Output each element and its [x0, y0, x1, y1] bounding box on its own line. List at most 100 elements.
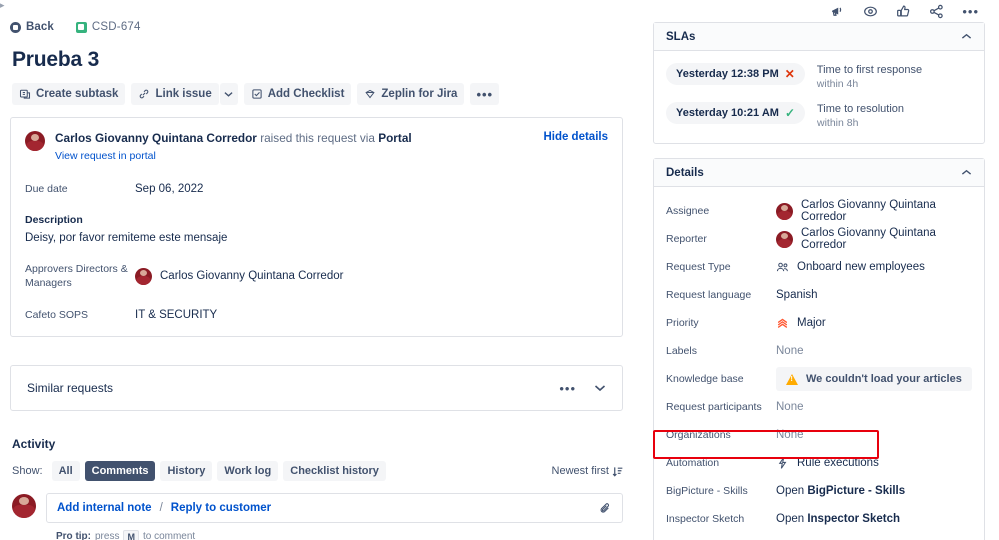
- similar-requests-actions: •••: [559, 381, 606, 396]
- request-participants-label: Request participants: [666, 401, 762, 413]
- more-dots-icon[interactable]: •••: [559, 381, 576, 396]
- cafeto-sops-value[interactable]: IT & SECURITY: [135, 308, 217, 322]
- link-issue-dropdown-button[interactable]: [219, 83, 238, 105]
- sla-row: Yesterday 12:38 PM ✕ Time to first respo…: [666, 63, 972, 92]
- due-date-value[interactable]: Sep 06, 2022: [135, 182, 203, 196]
- sort-descending-icon: [612, 466, 623, 477]
- detail-row-bigpicture-skills: BigPicture - Skills Open BigPicture - Sk…: [666, 477, 972, 505]
- bigpicture-skills-link: BigPicture - Skills: [807, 485, 906, 497]
- request-type-label: Request Type: [666, 261, 731, 273]
- detail-row-inspector-sketch: Inspector Sketch Open Inspector Sketch: [666, 505, 972, 533]
- avatar: [25, 131, 45, 151]
- watch-eye-icon[interactable]: [863, 4, 878, 19]
- details-panel-header[interactable]: Details: [654, 159, 984, 187]
- sla-time: Yesterday 10:21 AM: [676, 107, 779, 119]
- met-check-icon: ✓: [784, 106, 795, 120]
- sort-order-button[interactable]: Newest first: [552, 465, 623, 477]
- zeplin-label: Zeplin for Jira: [381, 88, 458, 100]
- sla-name: Time to resolution: [817, 103, 905, 115]
- priority-value[interactable]: Major: [776, 317, 826, 330]
- sla-time-badge: Yesterday 12:38 PM ✕: [666, 63, 805, 85]
- back-button[interactable]: Back: [10, 21, 54, 33]
- field-description: Description Deisy, por favor remiteme es…: [25, 214, 608, 244]
- request-type-value[interactable]: Onboard new employees: [776, 261, 925, 274]
- paperclip-icon[interactable]: [599, 502, 612, 515]
- link-issue-split: Link issue: [131, 83, 238, 105]
- channel-label: Portal: [378, 131, 412, 145]
- inspector-sketch-value[interactable]: Open Inspector Sketch: [776, 513, 900, 525]
- back-circle-icon: [10, 21, 21, 33]
- warning-icon: [786, 373, 798, 385]
- open-prefix: Open: [776, 485, 808, 497]
- more-actions-button[interactable]: •••: [470, 83, 500, 105]
- rule-executions-link: Rule executions: [797, 457, 879, 469]
- feedback-megaphone-icon[interactable]: [830, 4, 845, 19]
- similar-requests-card[interactable]: Similar requests •••: [10, 365, 623, 411]
- create-subtask-label: Create subtask: [36, 88, 119, 100]
- description-text[interactable]: Deisy, por favor remiteme este mensaje: [25, 232, 608, 244]
- task-type-icon: [75, 21, 87, 33]
- more-actions-icon[interactable]: •••: [962, 4, 979, 19]
- link-issue-label: Link issue: [155, 88, 212, 100]
- organizations-label: Organizations: [666, 429, 731, 441]
- reporter-line: Carlos Giovanny Quintana Corredor raised…: [25, 130, 608, 164]
- sla-time: Yesterday 12:38 PM: [676, 68, 779, 80]
- approvers-label: Approvers Directors & Managers: [25, 263, 128, 289]
- detail-row-assignee: Assignee Carlos Giovanny Quintana Corred…: [666, 197, 972, 225]
- slas-list: Yesterday 12:38 PM ✕ Time to first respo…: [654, 51, 984, 143]
- show-label: Show:: [12, 465, 43, 477]
- comment-input-box[interactable]: Add internal note / Reply to customer: [46, 493, 623, 523]
- add-checklist-button[interactable]: Add Checklist: [243, 83, 352, 105]
- reporter-name: Carlos Giovanny Quintana Corredor: [801, 227, 936, 251]
- chevron-up-icon[interactable]: [961, 33, 972, 40]
- labels-value[interactable]: None: [776, 345, 804, 357]
- reporter-label: Reporter: [666, 233, 707, 245]
- chevron-up-icon[interactable]: [961, 169, 972, 176]
- add-internal-note-button[interactable]: Add internal note: [57, 502, 152, 514]
- field-due-date: Due date Sep 06, 2022: [25, 182, 608, 196]
- tab-work-log[interactable]: Work log: [217, 461, 279, 481]
- link-icon: [140, 89, 149, 99]
- tab-checklist-history[interactable]: Checklist history: [283, 461, 386, 481]
- pro-tip-text: Pro tip: press M to comment: [56, 530, 623, 540]
- tab-comments[interactable]: Comments: [84, 461, 156, 481]
- top-action-icons: •••: [653, 0, 985, 22]
- approvers-value-wrap[interactable]: Carlos Giovanny Quintana Corredor: [135, 262, 343, 290]
- sort-order-label: Newest first: [551, 465, 609, 477]
- reply-to-customer-button[interactable]: Reply to customer: [171, 502, 271, 514]
- detail-row-request-participants: Request participants None: [666, 393, 972, 421]
- slas-panel-header[interactable]: SLAs: [654, 23, 984, 51]
- page-title: Prueba 3: [12, 48, 100, 71]
- breadcrumb-issue-key[interactable]: CSD-674: [75, 21, 141, 33]
- hide-details-button[interactable]: Hide details: [543, 131, 608, 143]
- approvers-value: Carlos Giovanny Quintana Corredor: [160, 270, 344, 282]
- tab-history[interactable]: History: [160, 461, 213, 481]
- field-cafeto-sops: Cafeto SOPS IT & SECURITY: [25, 308, 608, 322]
- create-subtask-button[interactable]: Create subtask: [12, 83, 126, 105]
- chevron-down-icon[interactable]: [594, 384, 606, 392]
- view-request-in-portal-link[interactable]: View request in portal: [55, 150, 156, 162]
- share-icon[interactable]: [929, 4, 944, 19]
- sla-goal: within 8h: [817, 117, 859, 129]
- request-language-value[interactable]: Spanish: [776, 289, 818, 301]
- inspector-sketch-link: Inspector Sketch: [807, 513, 900, 525]
- detail-row-automation: Automation Rule executions: [666, 449, 972, 477]
- detail-row-labels: Labels None: [666, 337, 972, 365]
- automation-value[interactable]: Rule executions: [776, 456, 879, 470]
- similar-requests-title: Similar requests: [27, 381, 114, 395]
- issue-main-column: ▸ Back CSD-674 Prueba 3 Create subtask L…: [0, 0, 645, 540]
- avatar: [12, 494, 36, 518]
- assignee-label: Assignee: [666, 205, 710, 217]
- assignee-value[interactable]: Carlos Giovanny Quintana Corredor: [776, 199, 972, 223]
- bigpicture-skills-label: BigPicture - Skills: [666, 485, 748, 497]
- thumbs-up-icon[interactable]: [896, 4, 911, 19]
- composer-separator: /: [159, 502, 163, 514]
- request-participants-value[interactable]: None: [776, 401, 804, 413]
- zeplin-for-jira-button[interactable]: Zeplin for Jira: [357, 83, 465, 105]
- bigpicture-skills-value[interactable]: Open BigPicture - Skills: [776, 485, 905, 497]
- reporter-value[interactable]: Carlos Giovanny Quintana Corredor: [776, 227, 972, 251]
- organizations-value[interactable]: None: [776, 429, 804, 441]
- subtask-icon: [19, 89, 31, 99]
- tab-all[interactable]: All: [51, 461, 80, 481]
- link-issue-button[interactable]: Link issue: [131, 83, 219, 105]
